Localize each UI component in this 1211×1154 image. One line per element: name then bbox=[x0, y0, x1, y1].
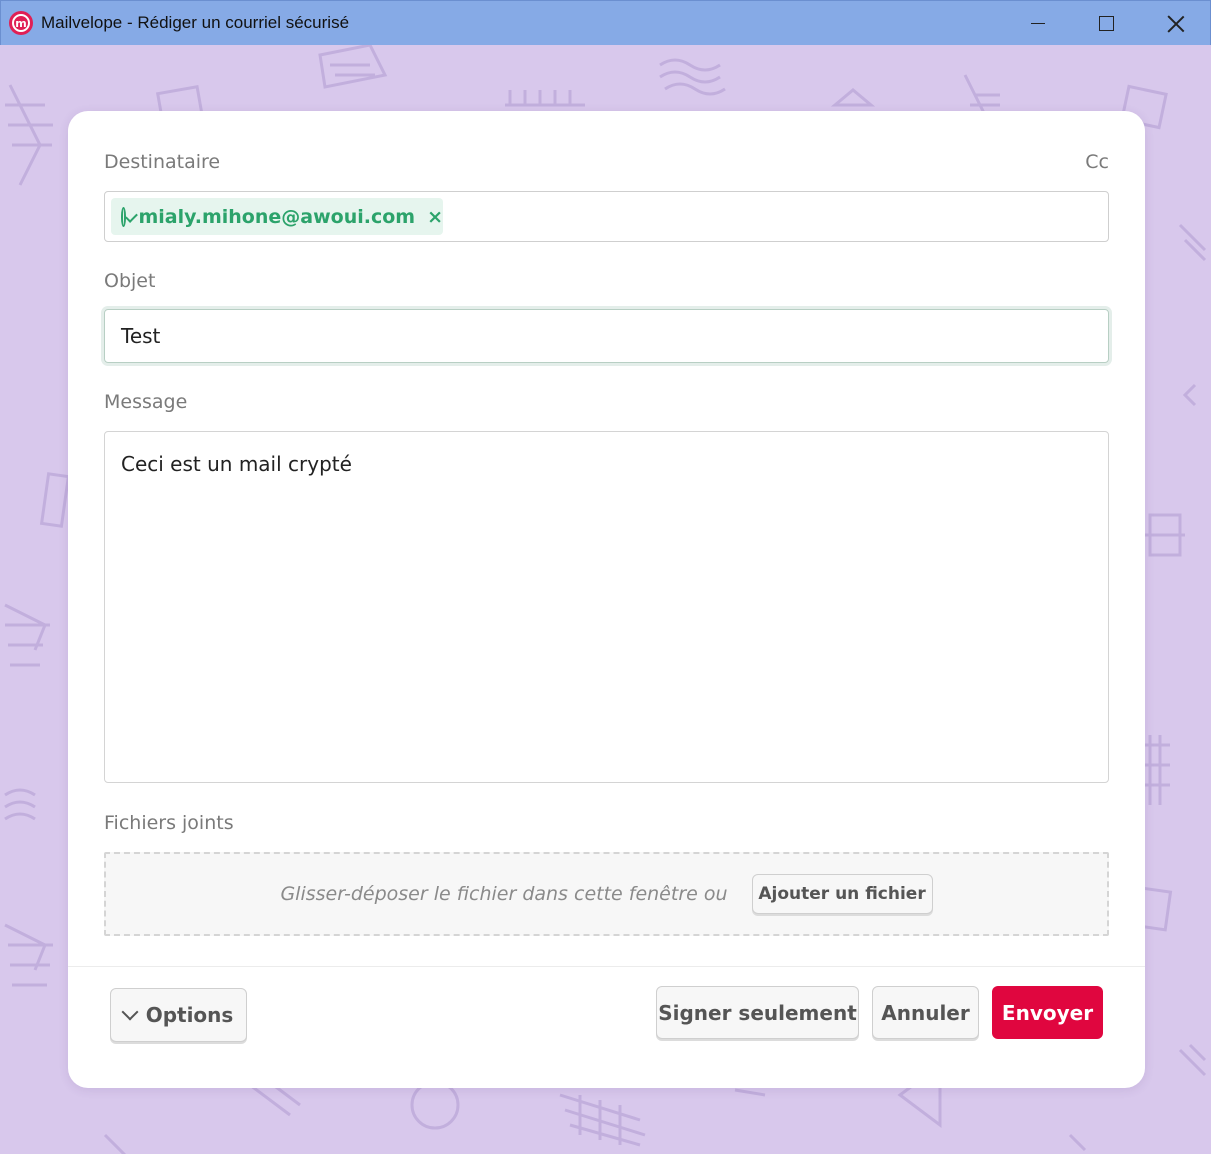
compose-dialog: Destinataire Cc mialy.mihone@awoui.com ×… bbox=[68, 111, 1145, 1088]
verified-check-icon bbox=[121, 206, 127, 227]
logo-letter: m bbox=[12, 14, 30, 32]
recipient-label: Destinataire bbox=[104, 151, 221, 173]
minimize-icon bbox=[1030, 23, 1045, 24]
subject-input[interactable]: Test bbox=[104, 309, 1109, 363]
attachments-label: Fichiers joints bbox=[104, 812, 234, 834]
subject-label: Objet bbox=[104, 270, 156, 292]
recipient-chip: mialy.mihone@awoui.com × bbox=[111, 198, 443, 235]
window-title: Mailvelope - Rédiger un courriel sécuris… bbox=[41, 13, 350, 32]
message-textarea[interactable]: Ceci est un mail crypté bbox=[104, 431, 1109, 783]
cc-link[interactable]: Cc bbox=[1085, 151, 1109, 173]
close-window-button[interactable] bbox=[1141, 1, 1210, 46]
window-controls bbox=[1003, 1, 1210, 46]
remove-recipient-button[interactable]: × bbox=[427, 206, 443, 228]
maximize-button[interactable] bbox=[1072, 1, 1141, 46]
options-label: Options bbox=[145, 1003, 234, 1027]
close-icon bbox=[1167, 15, 1185, 33]
maximize-icon bbox=[1099, 16, 1114, 31]
attachment-drop-zone[interactable]: Glisser-déposer le fichier dans cette fe… bbox=[104, 852, 1109, 936]
footer-divider bbox=[68, 966, 1145, 967]
sign-only-button[interactable]: Signer seulement bbox=[656, 986, 859, 1039]
recipient-email: mialy.mihone@awoui.com bbox=[138, 205, 416, 228]
options-button[interactable]: Options bbox=[110, 988, 247, 1042]
cancel-button[interactable]: Annuler bbox=[872, 986, 979, 1039]
recipient-input[interactable]: mialy.mihone@awoui.com × bbox=[104, 191, 1109, 242]
window-titlebar: m Mailvelope - Rédiger un courriel sécur… bbox=[0, 0, 1211, 45]
mailvelope-logo-icon: m bbox=[9, 11, 33, 35]
minimize-button[interactable] bbox=[1003, 1, 1072, 46]
add-file-button[interactable]: Ajouter un fichier bbox=[751, 874, 933, 914]
drop-hint-text: Glisser-déposer le fichier dans cette fe… bbox=[280, 883, 728, 905]
message-label: Message bbox=[104, 391, 188, 413]
send-button[interactable]: Envoyer bbox=[992, 986, 1103, 1039]
chevron-down-icon bbox=[121, 1003, 139, 1021]
